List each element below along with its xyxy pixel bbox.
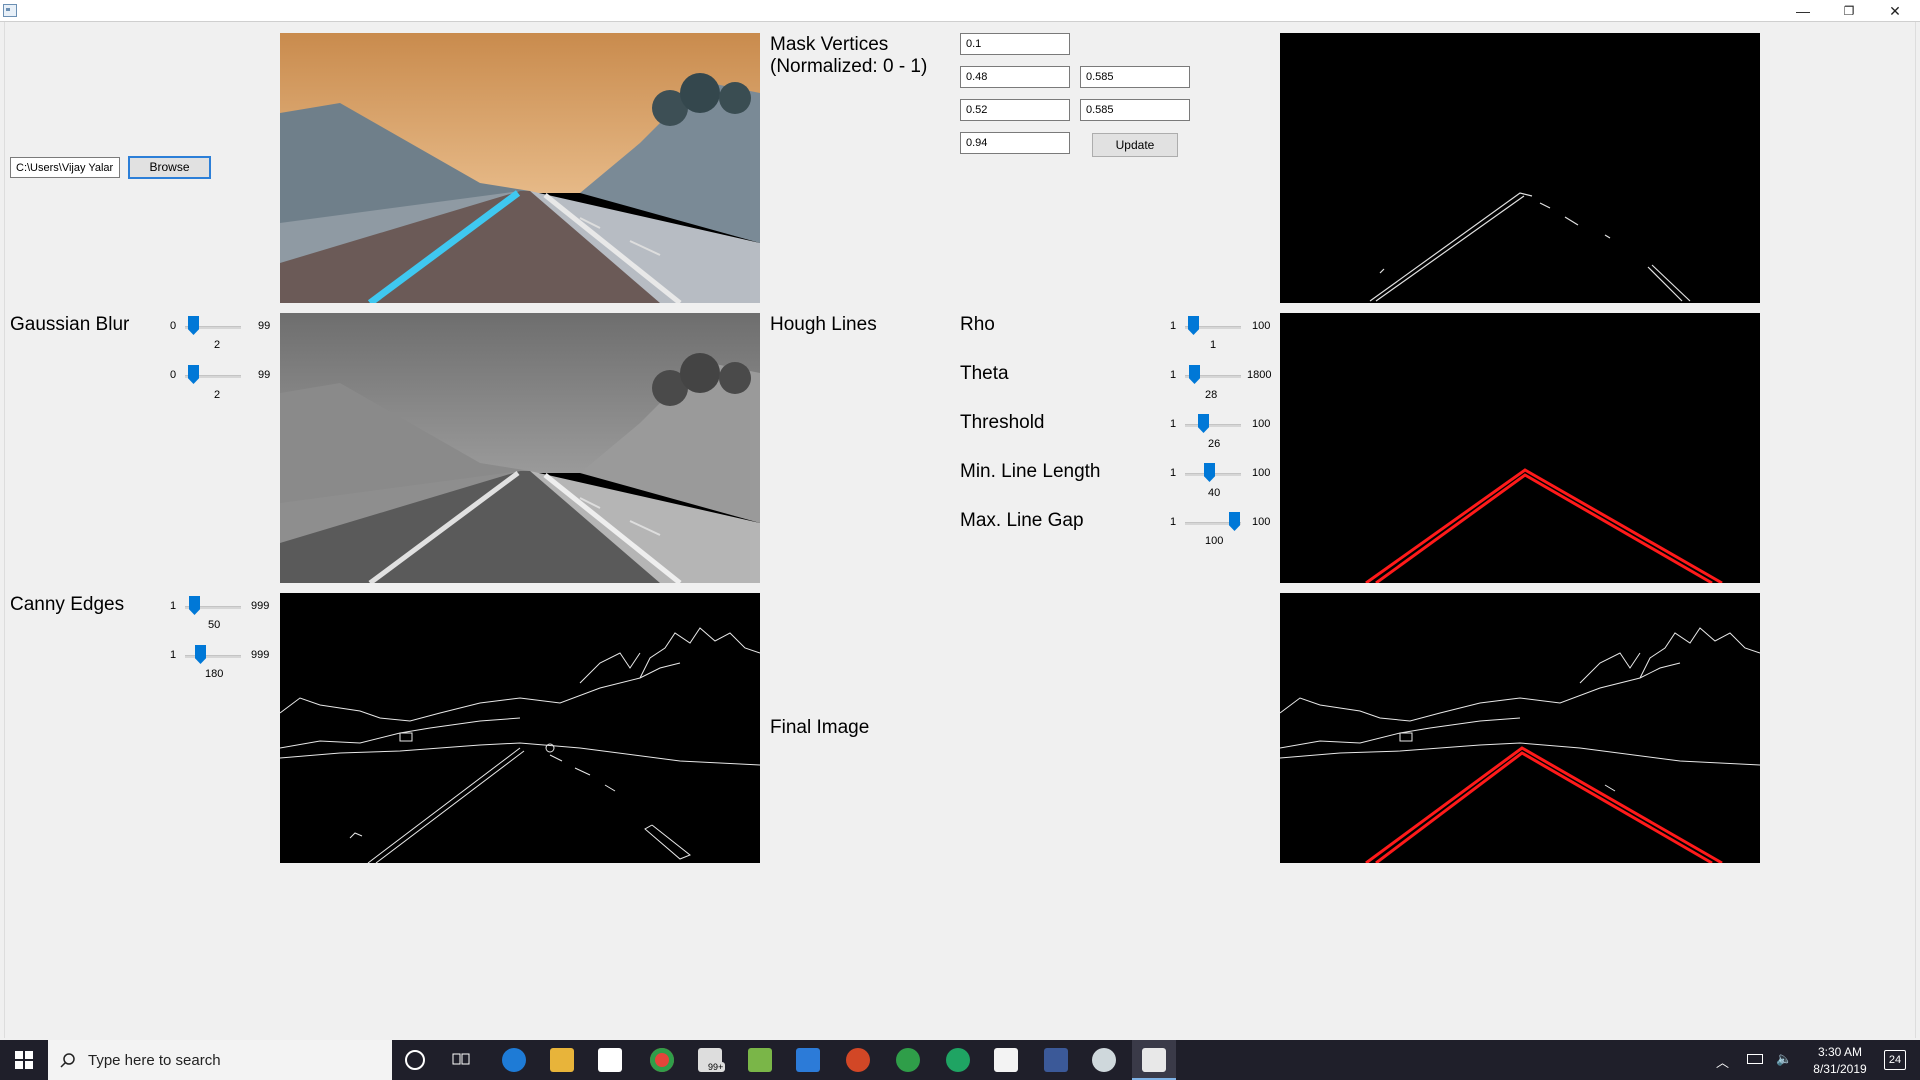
- masked-edges-panel: [1280, 33, 1760, 303]
- pvi-app-icon: [1142, 1048, 1166, 1072]
- start-button[interactable]: [0, 1040, 48, 1080]
- final-image-label: Final Image: [770, 717, 870, 738]
- pvi-app-taskbar-button[interactable]: [1132, 1040, 1176, 1080]
- mask-vertices-title: Mask Vertices: [770, 34, 889, 55]
- cortana-icon[interactable]: [405, 1050, 425, 1070]
- min-line-length-max: 100: [1252, 467, 1271, 479]
- rho-label: Rho: [960, 314, 995, 335]
- tray-chevron-icon[interactable]: ︿: [1716, 1052, 1729, 1071]
- canny-high-max: 999: [251, 649, 270, 661]
- max-line-gap-min: 1: [1170, 516, 1177, 528]
- min-line-length-value: 40: [1208, 487, 1221, 499]
- canny-edges-panel: [280, 593, 760, 863]
- canny-high-track[interactable]: [185, 655, 241, 658]
- windows-logo-icon: [15, 1051, 33, 1069]
- close-button[interactable]: ✕: [1872, 0, 1918, 22]
- volume-icon[interactable]: 🔈: [1776, 1051, 1792, 1067]
- search-placeholder: Type here to search: [88, 1052, 221, 1069]
- rho-value: 1: [1210, 339, 1217, 351]
- battery-icon[interactable]: [1747, 1054, 1763, 1064]
- vscode-icon[interactable]: [796, 1048, 820, 1072]
- final-image-panel: [1280, 593, 1760, 863]
- taskbar-search-box[interactable]: Type here to search: [48, 1040, 392, 1080]
- file-path-input[interactable]: [10, 157, 120, 178]
- canny-high-value: 180: [205, 668, 224, 680]
- gaussian-k1-value: 2: [214, 339, 221, 351]
- hough-lines-panel: [1280, 313, 1760, 583]
- max-line-gap-max: 100: [1252, 516, 1271, 528]
- notepadpp-icon[interactable]: [748, 1048, 772, 1072]
- canny-high-min: 1: [170, 649, 177, 661]
- gaussian-k1-max: 99: [258, 320, 271, 332]
- window-title-bar: — ❐ ✕: [0, 0, 1920, 22]
- gaussian-blur-label: Gaussian Blur: [10, 314, 130, 335]
- theta-label: Theta: [960, 363, 1009, 384]
- original-image-panel: [280, 33, 760, 303]
- mask-vertex-2b-input[interactable]: [1080, 66, 1190, 88]
- threshold-min: 1: [1170, 418, 1177, 430]
- store-icon[interactable]: [598, 1048, 622, 1072]
- min-line-length-min: 1: [1170, 467, 1177, 479]
- mail-badge: 99+: [706, 1062, 726, 1072]
- gaussian-k1-min: 0: [170, 320, 177, 332]
- canny-low-min: 1: [170, 600, 177, 612]
- clock-time[interactable]: 3:30 AM: [1805, 1045, 1875, 1059]
- canny-low-value: 50: [208, 619, 221, 631]
- canny-low-max: 999: [251, 600, 270, 612]
- app-icon: [3, 4, 17, 17]
- max-line-gap-label: Max. Line Gap: [960, 510, 1084, 531]
- mask-vertex-2a-input[interactable]: [960, 66, 1070, 88]
- chart-app-icon[interactable]: [994, 1048, 1018, 1072]
- threshold-value: 26: [1208, 438, 1221, 450]
- search-icon: [60, 1053, 75, 1068]
- update-button[interactable]: Update: [1092, 133, 1178, 157]
- canny-edges-label: Canny Edges: [10, 594, 125, 615]
- mask-vertex-3b-input[interactable]: [1080, 99, 1190, 121]
- threshold-track[interactable]: [1185, 424, 1241, 427]
- threshold-max: 100: [1252, 418, 1271, 430]
- theta-min: 1: [1170, 369, 1177, 381]
- gaussian-k2-min: 0: [170, 369, 177, 381]
- minimize-button[interactable]: —: [1780, 0, 1826, 22]
- clock-date[interactable]: 8/31/2019: [1805, 1062, 1875, 1076]
- gaussian-k2-value: 2: [214, 389, 221, 401]
- mask-vertex-3a-input[interactable]: [960, 99, 1070, 121]
- mask-vertex-1-input[interactable]: [960, 33, 1070, 55]
- restore-button[interactable]: ❐: [1826, 0, 1872, 22]
- blurred-image-panel: [280, 313, 760, 583]
- gaussian-k2-max: 99: [258, 369, 271, 381]
- rho-min: 1: [1170, 320, 1177, 332]
- max-line-gap-value: 100: [1205, 535, 1224, 547]
- theta-value: 28: [1205, 389, 1218, 401]
- min-line-length-label: Min. Line Length: [960, 461, 1101, 482]
- rho-max: 100: [1252, 320, 1271, 332]
- browse-button[interactable]: Browse: [128, 156, 211, 179]
- chrome-icon[interactable]: [650, 1048, 674, 1072]
- file-explorer-icon[interactable]: [550, 1048, 574, 1072]
- theta-max: 1800: [1247, 369, 1272, 381]
- edge-browser-icon[interactable]: [502, 1048, 526, 1072]
- hangouts-icon[interactable]: [946, 1048, 970, 1072]
- windows-taskbar: Type here to search 99+ ︿ 🔈 3:30 AM 8/31…: [0, 1040, 1920, 1080]
- mask-vertices-subtitle: (Normalized: 0 - 1): [770, 56, 928, 77]
- powerpoint-icon[interactable]: [846, 1048, 870, 1072]
- wafr-app-icon[interactable]: [1044, 1048, 1068, 1072]
- mask-vertex-4-input[interactable]: [960, 132, 1070, 154]
- task-view-icon[interactable]: [452, 1052, 470, 1068]
- paint-icon[interactable]: [1092, 1048, 1116, 1072]
- chrome-profile-icon[interactable]: [896, 1048, 920, 1072]
- hough-lines-title: Hough Lines: [770, 314, 877, 335]
- threshold-label: Threshold: [960, 412, 1045, 433]
- notification-center-icon[interactable]: 24: [1884, 1050, 1906, 1070]
